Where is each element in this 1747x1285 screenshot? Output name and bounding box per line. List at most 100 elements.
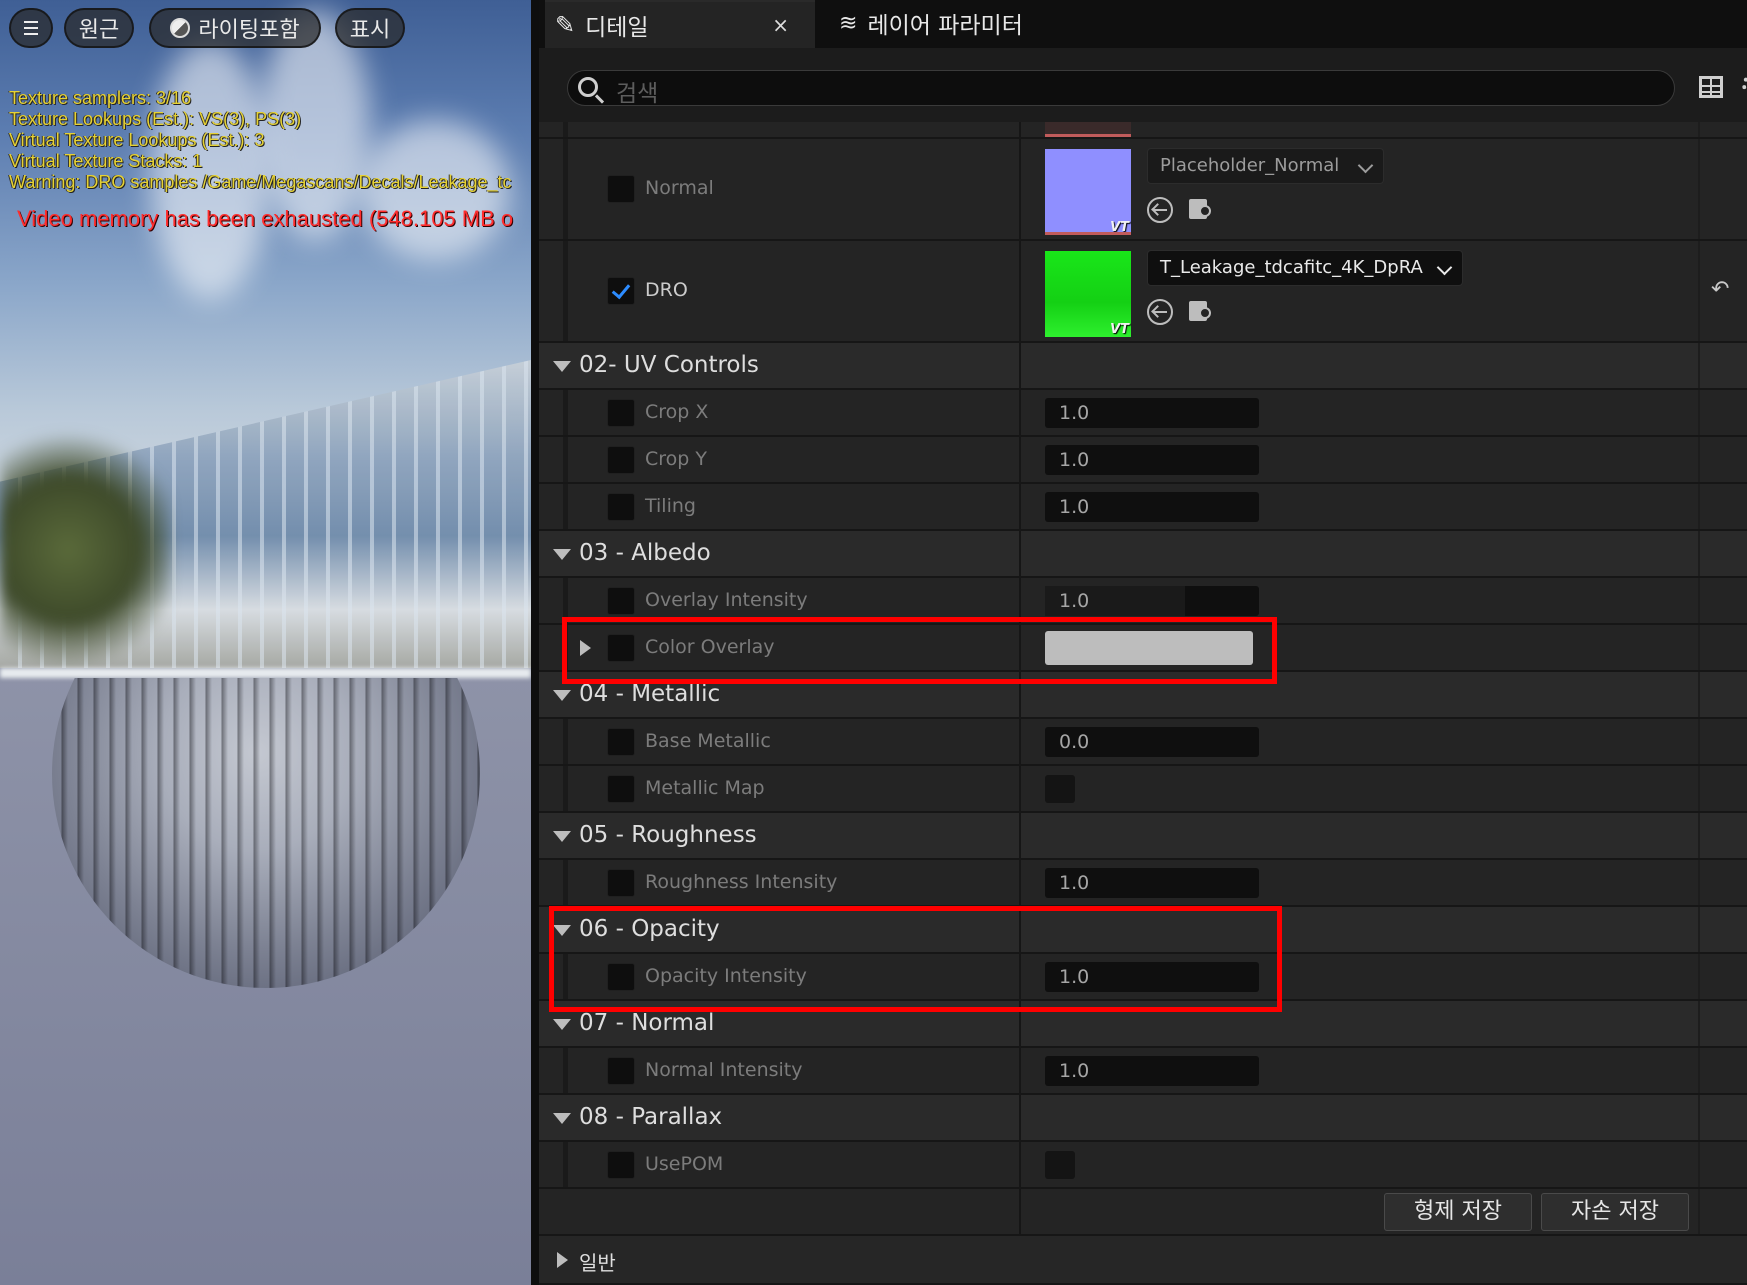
category-normal[interactable]: 07 - Normal: [539, 1001, 1747, 1048]
property-row-partial: [539, 122, 1747, 139]
override-checkbox[interactable]: [607, 446, 635, 474]
property-label: DRO: [645, 279, 688, 301]
collapse-triangle-icon[interactable]: [553, 1019, 571, 1030]
property-row-roughness-intensity: Roughness Intensity 1.0: [539, 860, 1747, 907]
category-uv-controls[interactable]: 02- UV Controls: [539, 343, 1747, 390]
override-checkbox[interactable]: [607, 1151, 635, 1179]
collapse-triangle-icon[interactable]: [553, 831, 571, 842]
expand-triangle-icon[interactable]: [580, 640, 591, 656]
lit-sphere-icon: [170, 18, 191, 38]
property-label: Opacity Intensity: [645, 965, 807, 987]
close-tab-icon[interactable]: ×: [772, 13, 789, 37]
viewport[interactable]: 원근 라이팅포함 표시 Texture samplers: 3/16 Textu…: [0, 0, 531, 1285]
override-checkbox[interactable]: [607, 493, 635, 521]
panel-splitter[interactable]: [531, 0, 539, 1285]
stat-line: Virtual Texture Lookups (Est.): 3: [9, 130, 265, 150]
override-checkbox[interactable]: [607, 587, 635, 615]
roughness-intensity-field[interactable]: 1.0: [1045, 868, 1259, 898]
shader-stats: Texture samplers: 3/16 Texture Lookups (…: [9, 88, 512, 193]
category-title: 05 - Roughness: [579, 822, 757, 848]
use-selected-asset-icon[interactable]: [1147, 197, 1173, 223]
property-label: UsePOM: [645, 1153, 724, 1175]
field-value: 1.0: [1059, 1060, 1090, 1082]
category-title: 07 - Normal: [579, 1010, 715, 1036]
texture-thumbnail[interactable]: [1045, 122, 1131, 137]
property-row-dro-texture: DRO VT T_Leakage_tdcafitc_4K_DpRA ↶: [539, 241, 1747, 343]
expand-triangle-icon[interactable]: [557, 1252, 568, 1268]
dro-texture-thumbnail[interactable]: VT: [1045, 251, 1131, 337]
show-button[interactable]: 표시: [335, 8, 405, 48]
property-label: Base Metallic: [645, 730, 771, 752]
search-input[interactable]: 검색: [567, 70, 1675, 107]
property-label: Crop Y: [645, 448, 707, 470]
normal-texture-thumbnail[interactable]: VT: [1045, 149, 1131, 235]
perspective-button[interactable]: 원근: [64, 8, 134, 48]
property-row-overlay-intensity: Overlay Intensity 1.0: [539, 578, 1747, 625]
use-selected-asset-icon[interactable]: [1147, 299, 1173, 325]
normal-asset-picker[interactable]: Placeholder_Normal: [1147, 148, 1384, 184]
tab-layer-parameters[interactable]: ≋ 레이어 파라미터: [839, 0, 1023, 46]
virtual-texture-badge: VT: [1110, 322, 1129, 337]
dro-asset-picker[interactable]: T_Leakage_tdcafitc_4K_DpRA: [1147, 250, 1463, 286]
override-checkbox[interactable]: [607, 1057, 635, 1085]
override-checkbox[interactable]: [607, 728, 635, 756]
property-label: Metallic Map: [645, 777, 765, 799]
crop-y-field[interactable]: 1.0: [1045, 445, 1259, 475]
memory-warning: Video memory has been exhausted (548.105…: [17, 206, 514, 231]
gear-icon[interactable]: [1742, 74, 1747, 96]
reset-to-default-icon[interactable]: ↶: [1711, 277, 1729, 302]
opacity-intensity-field[interactable]: 1.0: [1045, 962, 1259, 992]
category-title: 02- UV Controls: [579, 352, 759, 378]
save-buttons-row: 형제 저장 자손 저장: [539, 1189, 1747, 1236]
field-value: 1.0: [1059, 449, 1090, 471]
base-metallic-field[interactable]: 0.0: [1045, 727, 1259, 757]
override-checkbox[interactable]: [607, 175, 635, 203]
color-overlay-swatch[interactable]: [1045, 631, 1253, 665]
category-opacity[interactable]: 06 - Opacity: [539, 907, 1747, 954]
property-row-tiling: Tiling 1.0: [539, 484, 1747, 531]
field-value: 1.0: [1059, 496, 1090, 518]
save-sibling-button[interactable]: 형제 저장: [1384, 1193, 1532, 1231]
search-placeholder: 검색: [616, 81, 659, 107]
override-checkbox[interactable]: [607, 963, 635, 991]
category-roughness[interactable]: 05 - Roughness: [539, 813, 1747, 860]
search-icon: [578, 77, 598, 97]
category-metallic[interactable]: 04 - Metallic: [539, 672, 1747, 719]
overlay-intensity-slider[interactable]: 1.0: [1045, 586, 1259, 616]
property-row-normal-intensity: Normal Intensity 1.0: [539, 1048, 1747, 1095]
tab-details[interactable]: ✎ 디테일 ×: [545, 0, 815, 48]
edit-pencil-icon: ✎: [555, 11, 576, 39]
use-pom-checkbox[interactable]: [1045, 1151, 1075, 1179]
viewport-menu-button[interactable]: [9, 8, 53, 48]
layers-icon: ≋: [839, 10, 858, 36]
override-checkbox[interactable]: [607, 869, 635, 897]
category-albedo[interactable]: 03 - Albedo: [539, 531, 1747, 578]
lighting-mode-button[interactable]: 라이팅포함: [149, 8, 321, 48]
crop-x-field[interactable]: 1.0: [1045, 398, 1259, 428]
override-checkbox-checked[interactable]: [607, 277, 635, 305]
collapse-triangle-icon[interactable]: [553, 549, 571, 560]
collapse-triangle-icon[interactable]: [553, 925, 571, 936]
property-matrix-icon[interactable]: [1699, 76, 1723, 98]
tiling-field[interactable]: 1.0: [1045, 492, 1259, 522]
asset-name: Placeholder_Normal: [1160, 155, 1340, 176]
collapse-triangle-icon[interactable]: [553, 690, 571, 701]
metallic-map-checkbox[interactable]: [1045, 775, 1075, 803]
normal-intensity-field[interactable]: 1.0: [1045, 1056, 1259, 1086]
chevron-down-icon: [1436, 259, 1453, 276]
browse-asset-icon[interactable]: [1189, 197, 1215, 221]
override-checkbox[interactable]: [607, 399, 635, 427]
browse-asset-icon[interactable]: [1189, 299, 1215, 323]
category-general[interactable]: 일반: [539, 1236, 1747, 1285]
property-row-metallic-map: Metallic Map: [539, 766, 1747, 813]
save-child-button[interactable]: 자손 저장: [1541, 1193, 1689, 1231]
property-label: Crop X: [645, 401, 709, 423]
override-checkbox[interactable]: [607, 775, 635, 803]
category-parallax[interactable]: 08 - Parallax: [539, 1095, 1747, 1142]
collapse-triangle-icon[interactable]: [553, 1113, 571, 1124]
collapse-triangle-icon[interactable]: [553, 361, 571, 372]
override-checkbox[interactable]: [607, 634, 635, 662]
lighting-label: 라이팅포함: [198, 18, 300, 43]
background-trees: [0, 430, 170, 670]
stat-line: Warning: DRO samples /Game/Megascans/Dec…: [9, 172, 512, 192]
